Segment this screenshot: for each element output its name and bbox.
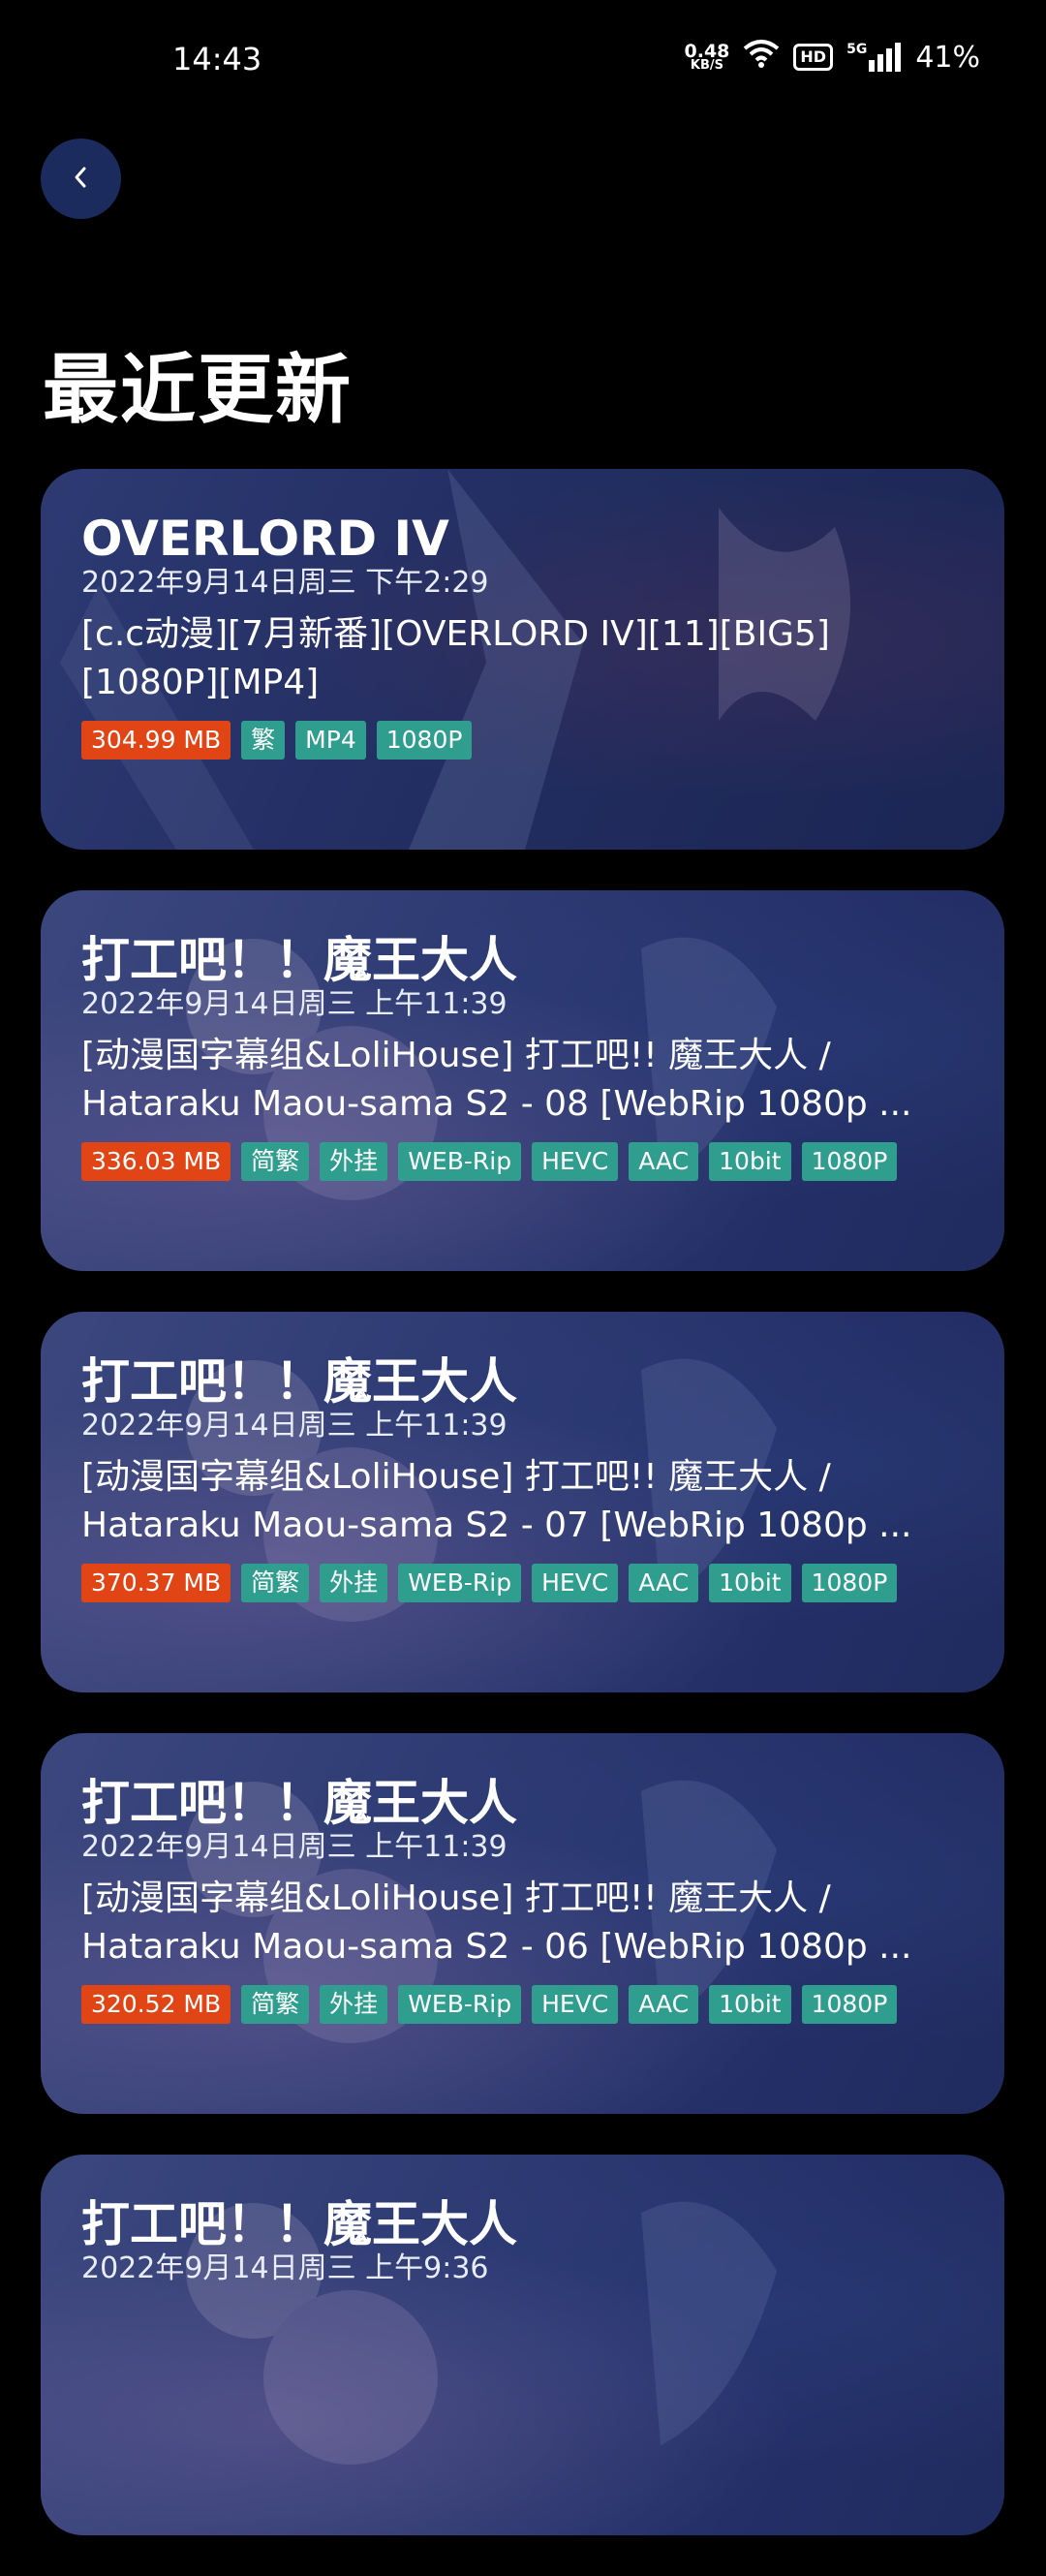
tag: 简繁 xyxy=(241,1985,310,2024)
tag-list: 320.52 MB 简繁 外挂 WEB-Rip HEVC AAC 10bit 1… xyxy=(81,1985,964,2024)
tag: AAC xyxy=(629,1564,699,1602)
card-title: 打工吧！！魔王大人 xyxy=(81,2196,517,2252)
card-date: 2022年9月14日周三 上午11:39 xyxy=(81,1830,508,1864)
tag: MP4 xyxy=(295,721,366,760)
wifi-icon xyxy=(743,39,780,76)
net-speed-unit: KB/S xyxy=(690,57,723,73)
tag: 10bit xyxy=(709,1142,791,1181)
tag: WEB-Rip xyxy=(398,1564,522,1602)
card-content: 打工吧！！魔王大人 2022年9月14日周三 上午9:36 xyxy=(81,2193,964,2286)
tag: HEVC xyxy=(532,1985,619,2024)
update-card[interactable]: OVERLORD IV 2022年9月14日周三 下午2:29 [c.c动漫][… xyxy=(41,469,1004,850)
card-date: 2022年9月14日周三 上午11:39 xyxy=(81,1409,508,1443)
hd-badge: HD xyxy=(793,44,834,71)
card-description: [动漫国字幕组&LoliHouse] 打工吧!! 魔王大人 / Hataraku… xyxy=(81,1036,912,1124)
network-speed: 0.48 KB/S xyxy=(684,40,730,73)
tag: WEB-Rip xyxy=(398,1142,522,1181)
tag: 简繁 xyxy=(241,1564,310,1602)
tag: AAC xyxy=(629,1142,699,1181)
update-list: OVERLORD IV 2022年9月14日周三 下午2:29 [c.c动漫][… xyxy=(41,469,1004,2576)
file-size-tag: 336.03 MB xyxy=(81,1142,231,1181)
card-title: OVERLORD IV xyxy=(81,511,449,567)
card-title: 打工吧！！魔王大人 xyxy=(81,932,517,988)
update-card[interactable]: 打工吧！！魔王大人 2022年9月14日周三 上午11:39 [动漫国字幕组&L… xyxy=(41,890,1004,1271)
tag: 外挂 xyxy=(320,1564,388,1602)
card-description: [动漫国字幕组&LoliHouse] 打工吧!! 魔王大人 / Hataraku… xyxy=(81,1457,912,1545)
card-title: 打工吧！！魔王大人 xyxy=(81,1775,517,1831)
status-time: 14:43 xyxy=(172,41,262,78)
tag: WEB-Rip xyxy=(398,1985,522,2024)
page-title: 最近更新 xyxy=(43,347,354,434)
card-description: [c.c动漫][7月新番][OVERLORD IV][11][BIG5][108… xyxy=(81,614,830,702)
tag: 1080P xyxy=(376,721,473,760)
tag: 10bit xyxy=(709,1985,791,2024)
tag: 1080P xyxy=(801,1985,898,2024)
card-date: 2022年9月14日周三 下午2:29 xyxy=(81,566,489,600)
tag: 1080P xyxy=(801,1142,898,1181)
tag: 外挂 xyxy=(320,1985,388,2024)
file-size-tag: 320.52 MB xyxy=(81,1985,231,2024)
battery-level: 41% xyxy=(915,40,980,75)
update-card[interactable]: 打工吧！！魔王大人 2022年9月14日周三 上午11:39 [动漫国字幕组&L… xyxy=(41,1312,1004,1692)
card-content: 打工吧！！魔王大人 2022年9月14日周三 上午11:39 [动漫国字幕组&L… xyxy=(81,1350,964,1602)
tag: 1080P xyxy=(801,1564,898,1602)
card-description: [动漫国字幕组&LoliHouse] 打工吧!! 魔王大人 / Hataraku… xyxy=(81,1878,912,1967)
tag: 繁 xyxy=(241,721,286,760)
status-icons: 0.48 KB/S HD 5G 41% xyxy=(685,39,980,76)
card-date: 2022年9月14日周三 上午11:39 xyxy=(81,987,508,1021)
file-size-tag: 370.37 MB xyxy=(81,1564,231,1602)
tag: 10bit xyxy=(709,1564,791,1602)
tag-list: 336.03 MB 简繁 外挂 WEB-Rip HEVC AAC 10bit 1… xyxy=(81,1142,964,1181)
tag: HEVC xyxy=(532,1142,619,1181)
file-size-tag: 304.99 MB xyxy=(81,721,231,760)
status-bar: 14:43 0.48 KB/S HD 5G 41% xyxy=(0,0,1046,116)
card-date: 2022年9月14日周三 上午9:36 xyxy=(81,2251,489,2285)
tag: 简繁 xyxy=(241,1142,310,1181)
tag: HEVC xyxy=(532,1564,619,1602)
card-content: 打工吧！！魔王大人 2022年9月14日周三 上午11:39 [动漫国字幕组&L… xyxy=(81,929,964,1181)
card-content: OVERLORD IV 2022年9月14日周三 下午2:29 [c.c动漫][… xyxy=(81,508,964,760)
tag: 外挂 xyxy=(320,1142,388,1181)
tag: AAC xyxy=(629,1985,699,2024)
card-content: 打工吧！！魔王大人 2022年9月14日周三 上午11:39 [动漫国字幕组&L… xyxy=(81,1772,964,2024)
chevron-left-icon xyxy=(67,163,96,196)
tag-list: 370.37 MB 简繁 外挂 WEB-Rip HEVC AAC 10bit 1… xyxy=(81,1564,964,1602)
tag-list: 304.99 MB 繁 MP4 1080P xyxy=(81,721,964,760)
back-button[interactable] xyxy=(41,139,121,219)
update-card[interactable]: 打工吧！！魔王大人 2022年9月14日周三 上午9:36 xyxy=(41,2155,1004,2535)
update-card[interactable]: 打工吧！！魔王大人 2022年9月14日周三 上午11:39 [动漫国字幕组&L… xyxy=(41,1733,1004,2114)
network-type-label: 5G xyxy=(846,42,868,57)
card-title: 打工吧！！魔王大人 xyxy=(81,1353,517,1410)
net-speed-value: 0.48 xyxy=(684,40,730,62)
signal-icon: 5G xyxy=(846,43,902,72)
